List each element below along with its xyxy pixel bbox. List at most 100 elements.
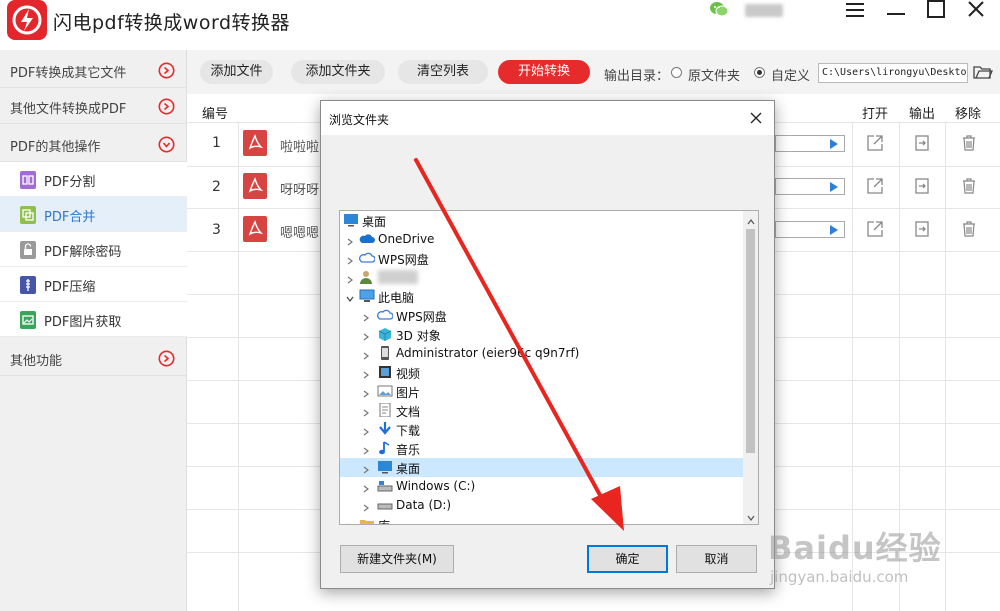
tree-item-desktop-root[interactable]: 桌面 [340,211,743,230]
ok-button[interactable]: 确定 [587,545,668,573]
sidebar-item-pdf-merge[interactable]: PDF合并 [0,197,187,232]
sidebar-section-other-features[interactable]: 其他功能 [0,340,187,376]
browse-folder-icon[interactable] [973,63,993,81]
grid-line [945,122,946,611]
sidebar-item-label: PDF图片获取 [44,315,122,330]
chevron-down-icon[interactable] [747,511,755,521]
tree-item-library[interactable]: 库 [340,515,743,524]
phone-icon [377,346,393,360]
chevron-right-icon[interactable] [362,482,370,493]
tree-item-label: 3D 对象 [396,329,441,343]
sidebar-item-pdf-split[interactable]: PDF分割 [0,162,187,197]
radio-custom[interactable] [754,67,765,78]
start-convert-button[interactable]: 开始转换 [498,60,590,84]
chevron-right-icon[interactable] [362,349,370,360]
tree-item-administrator-device[interactable]: Administrator (eier96c q9n7rf) [340,344,743,363]
chevron-right-icon[interactable] [362,463,370,474]
chevron-right-icon[interactable] [362,501,370,512]
tree-item-label: Data (D:) [396,498,452,512]
trash-icon[interactable] [960,220,978,238]
pdf-file-icon [243,216,267,242]
sidebar-item-pdf-unlock[interactable]: PDF解除密码 [0,232,187,267]
tree-item-label: 文档 [396,405,421,419]
close-icon[interactable] [749,111,763,125]
close-icon[interactable] [964,0,990,20]
user-name-blurred[interactable] [745,4,783,17]
tree-item-wps-cloud-pc[interactable]: WPS网盘 [340,306,743,325]
file-name: 呀呀呀 [280,183,320,198]
sidebar-section-other-to-pdf[interactable]: 其他文件转换成PDF [0,88,187,124]
tree-item-label: 音乐 [396,443,421,457]
tree-item-desktop-selected[interactable]: 桌面 [340,458,743,477]
output-icon[interactable] [913,177,931,195]
chevron-right-icon[interactable] [346,235,354,246]
app-window: 闪电pdf转换成word转换器 PDF转换成其它文件 其他文件转换成PDF PD… [0,0,1000,611]
sidebar-item-label: PDF合并 [44,210,96,225]
add-file-button[interactable]: 添加文件 [200,60,273,84]
trash-icon[interactable] [960,177,978,195]
chevron-down-icon[interactable] [346,292,354,302]
open-external-icon[interactable] [866,220,884,238]
folder-tree[interactable]: 桌面 OneDrive WPS网盘 此电脑 WPS网盘 3D 对象 Admini… [339,210,759,525]
output-path-field[interactable]: C:\Users\lirongyu\Desktop [818,63,968,83]
radio-custom-label[interactable]: 自定义 [771,65,810,84]
tree-item-3d-objects[interactable]: 3D 对象 [340,325,743,344]
chevron-right-icon[interactable] [362,387,370,398]
trash-icon[interactable] [960,134,978,152]
unlock-icon [18,240,38,260]
cancel-button[interactable]: 取消 [676,545,757,573]
chevron-right-icon[interactable] [346,254,354,265]
sidebar-section-label: 其他功能 [10,354,63,369]
tree-item-drive-d[interactable]: Data (D:) [340,496,743,515]
chevron-up-icon[interactable] [747,215,755,225]
chevron-right-icon[interactable] [346,273,354,284]
chevron-right-icon[interactable] [362,330,370,341]
menu-icon[interactable] [843,0,869,20]
tree-item-documents[interactable]: 文档 [340,401,743,420]
chevron-right-icon[interactable] [346,520,354,524]
sidebar-section-pdf-to-other[interactable]: PDF转换成其它文件 [0,52,187,88]
clear-list-button[interactable]: 清空列表 [398,60,488,84]
chevron-right-icon[interactable] [362,311,370,322]
row-number: 3 [212,222,221,238]
output-icon[interactable] [913,220,931,238]
wechat-icon[interactable] [709,0,729,18]
open-external-icon[interactable] [866,134,884,152]
tree-item-videos[interactable]: 视频 [340,363,743,382]
sidebar-section-pdf-other-ops[interactable]: PDF的其他操作 [0,126,187,162]
minimize-icon[interactable] [884,0,910,20]
app-logo-icon [7,0,47,40]
tree-item-pictures[interactable]: 图片 [340,382,743,401]
user-icon [359,270,375,284]
radio-original-folder-label[interactable]: 原文件夹 [688,65,740,84]
radio-original-folder[interactable] [671,67,682,78]
chevron-right-icon[interactable] [362,444,370,455]
tree-item-onedrive[interactable]: OneDrive [340,230,743,249]
tree-item-drive-c[interactable]: Windows (C:) [340,477,743,496]
scrollbar-thumb[interactable] [746,229,755,453]
pdf-file-icon [243,173,267,199]
chevron-right-icon[interactable] [362,425,370,436]
add-folder-button[interactable]: 添加文件夹 [291,60,385,84]
desktop-icon [343,213,359,227]
open-external-icon[interactable] [866,177,884,195]
output-icon[interactable] [913,134,931,152]
sidebar-item-pdf-compress[interactable]: PDF压缩 [0,267,187,302]
sidebar-item-label: PDF解除密码 [44,245,122,260]
play-icon [830,139,838,149]
new-folder-button[interactable]: 新建文件夹(M) [340,545,454,573]
tree-item-music[interactable]: 音乐 [340,439,743,458]
progress-bar [775,135,845,152]
tree-item-user[interactable] [340,268,743,287]
tree-item-downloads[interactable]: 下载 [340,420,743,439]
maximize-icon[interactable] [924,0,950,20]
tree-item-this-pc[interactable]: 此电脑 [340,287,743,306]
computer-icon [359,289,375,303]
chevron-right-icon[interactable] [362,406,370,417]
chevron-right-icon [158,98,175,115]
video-icon [377,365,393,379]
chevron-right-icon[interactable] [362,368,370,379]
tree-scrollbar[interactable] [743,211,758,524]
tree-item-wps-cloud[interactable]: WPS网盘 [340,249,743,268]
sidebar-item-pdf-image-extract[interactable]: PDF图片获取 [0,302,187,337]
